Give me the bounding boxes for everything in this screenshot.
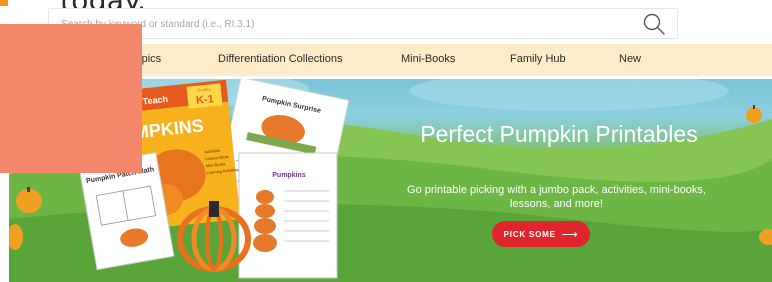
search-bar — [48, 8, 678, 40]
arrow-right-icon: ⟶ — [561, 228, 579, 241]
pick-some-label: PICK SOME — [503, 229, 556, 239]
svg-text:K-1: K-1 — [195, 93, 214, 107]
search-input[interactable] — [59, 9, 623, 40]
svg-text:Pumpkins: Pumpkins — [272, 172, 306, 179]
brand-tab — [0, 0, 8, 6]
hero-title: Perfect Pumpkin Printables — [420, 121, 698, 147]
overlay-panel — [0, 24, 142, 173]
nav-item-family-hub[interactable]: Family Hub — [510, 53, 566, 65]
pumpkin-icon — [746, 105, 762, 123]
hero-subtitle: Go printable picking with a jumbo pack, … — [407, 184, 706, 210]
nav-item-differentiation-collections[interactable]: Differentiation Collections — [218, 53, 343, 65]
nav-item-new[interactable]: New — [619, 53, 641, 65]
pick-some-button[interactable]: PICK SOME ⟶ — [492, 221, 590, 247]
search-icon[interactable] — [641, 11, 667, 37]
main-nav: Topics Differentiation Collections Mini-… — [48, 44, 772, 76]
nav-item-mini-books[interactable]: Mini-Books — [401, 53, 455, 65]
